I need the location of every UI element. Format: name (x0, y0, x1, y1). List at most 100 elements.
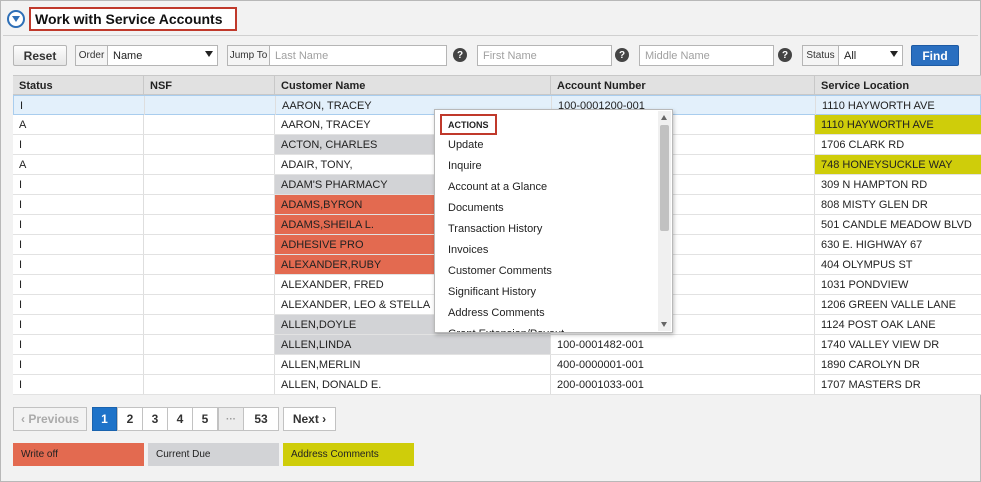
cell-location: 808 MISTY GLEN DR (821, 198, 928, 211)
order-select[interactable]: Name (107, 45, 218, 66)
cell-nsf (144, 175, 275, 194)
next-page-button[interactable]: Next › (283, 407, 336, 431)
cell-status: I (13, 235, 144, 254)
scroll-up-icon[interactable] (661, 115, 667, 120)
order-select-value: Name (113, 49, 143, 62)
cell-status: I (13, 215, 144, 234)
scroll-down-icon[interactable] (661, 322, 667, 327)
cell-location: 309 N HAMPTON RD (821, 178, 928, 191)
filter-toggle-icon[interactable] (7, 10, 25, 28)
cell-account: 200-0001033-001 (551, 375, 815, 394)
table-header: Status NSF Customer Name Account Number … (13, 75, 981, 95)
menu-item-account-at-a-glance[interactable]: Account at a Glance (448, 176, 547, 197)
cell-location: 1110 HAYWORTH AVE (815, 115, 981, 134)
cell-account: 100-0001482-001 (551, 335, 815, 354)
cell-name: ALLEN, DONALD E. (275, 375, 551, 394)
cell-nsf (144, 215, 275, 234)
page-button-1[interactable]: 1 (92, 407, 117, 431)
page-button-4[interactable]: 4 (167, 407, 193, 431)
cell-status: I (13, 175, 144, 194)
actions-menu-heading: ACTIONS (440, 114, 497, 135)
page-title: Work with Service Accounts (35, 11, 223, 27)
cell-name: ALLEN,MERLIN (275, 355, 551, 374)
page-header: Work with Service Accounts (7, 7, 237, 31)
jump-to-label: Jump To (227, 45, 270, 66)
page-button-5[interactable]: 5 (192, 407, 218, 431)
cell-account: 400-0000001-001 (551, 355, 815, 374)
cell-name: ALLEN,LINDA (275, 335, 551, 354)
cell-nsf (144, 195, 275, 214)
first-name-input[interactable]: First Name (477, 45, 612, 66)
cell-location: 1110 HAYWORTH AVE (822, 99, 935, 112)
table-row[interactable]: I ALLEN,LINDA 100-0001482-001 1740 VALLEY V… (13, 335, 981, 355)
find-button[interactable]: Find (911, 45, 959, 66)
actions-context-menu: ACTIONS Update Inquire Account at a Glance… (434, 109, 673, 333)
cell-status: I (13, 255, 144, 274)
help-icon[interactable]: ? (453, 48, 467, 62)
help-icon[interactable]: ? (615, 48, 629, 62)
cell-location: 1740 VALLEY VIEW DR (821, 338, 940, 351)
status-select-value: All (844, 49, 857, 62)
column-header-customer-name[interactable]: Customer Name (275, 76, 551, 95)
cell-nsf (144, 295, 275, 314)
previous-page-button[interactable]: ‹ Previous (13, 407, 87, 431)
cell-nsf (145, 96, 276, 115)
menu-item-customer-comments[interactable]: Customer Comments (448, 260, 552, 281)
chevron-down-icon (890, 51, 898, 57)
page-button-53[interactable]: 53 (243, 407, 279, 431)
menu-scrollbar[interactable] (658, 111, 671, 331)
status-select[interactable]: All (838, 45, 903, 66)
cell-status: I (14, 96, 145, 115)
cell-nsf (144, 155, 275, 174)
cell-status: I (13, 335, 144, 354)
cell-location: 501 CANDLE MEADOW BLVD (821, 218, 972, 231)
column-header-service-location[interactable]: Service Location (815, 76, 981, 95)
help-icon[interactable]: ? (778, 48, 792, 62)
cell-location: 1707 MASTERS DR (821, 378, 921, 391)
menu-item-significant-history[interactable]: Significant History (448, 281, 536, 302)
cell-status: I (13, 375, 144, 394)
cell-nsf (144, 335, 275, 354)
table-row[interactable]: I ALLEN, DONALD E. 200-0001033-001 1707 MAS… (13, 375, 981, 395)
menu-item-invoices[interactable]: Invoices (448, 239, 488, 260)
cell-status: I (13, 275, 144, 294)
cell-location: 404 OLYMPUS ST (821, 258, 913, 271)
cell-nsf (144, 355, 275, 374)
table-row[interactable]: I ALLEN,MERLIN 400-0000001-001 1890 CAROLYN… (13, 355, 981, 375)
cell-nsf (144, 275, 275, 294)
last-name-input[interactable]: Last Name (269, 45, 447, 66)
column-header-status[interactable]: Status (13, 76, 144, 95)
service-accounts-window: Work with Service Accounts Reset Order N… (0, 0, 981, 482)
cell-location: 1706 CLARK RD (821, 138, 905, 151)
cell-status: A (13, 115, 144, 134)
menu-item-inquire[interactable]: Inquire (448, 155, 482, 176)
column-header-account-number[interactable]: Account Number (551, 76, 815, 95)
legend-current-due: Current Due (148, 443, 279, 466)
legend-address-comments: Address Comments (283, 443, 414, 466)
cell-nsf (144, 135, 275, 154)
reset-button[interactable]: Reset (13, 45, 67, 66)
header-divider (3, 35, 978, 36)
cell-location: 748 HONEYSUCKLE WAY (815, 155, 981, 174)
cell-status: I (13, 315, 144, 334)
middle-name-input[interactable]: Middle Name (639, 45, 774, 66)
page-button-3[interactable]: 3 (142, 407, 168, 431)
menu-item-documents[interactable]: Documents (448, 197, 504, 218)
cell-nsf (144, 115, 275, 134)
status-label: Status (802, 45, 839, 66)
cell-nsf (144, 235, 275, 254)
menu-item-transaction-history[interactable]: Transaction History (448, 218, 542, 239)
cell-location: 630 E. HIGHWAY 67 (821, 238, 923, 251)
cell-nsf (144, 375, 275, 394)
menu-item-update[interactable]: Update (448, 134, 483, 155)
menu-item-address-comments[interactable]: Address Comments (448, 302, 545, 323)
cell-location: 1890 CAROLYN DR (821, 358, 920, 371)
legend-write-off: Write off (13, 443, 144, 466)
menu-item-grant-extension-payout[interactable]: Grant Extension/Payout (448, 323, 564, 333)
order-label: Order (75, 45, 108, 66)
column-header-nsf[interactable]: NSF (144, 76, 275, 95)
cell-status: I (13, 195, 144, 214)
scrollbar-thumb[interactable] (660, 125, 669, 231)
page-button-2[interactable]: 2 (117, 407, 143, 431)
cell-nsf (144, 315, 275, 334)
